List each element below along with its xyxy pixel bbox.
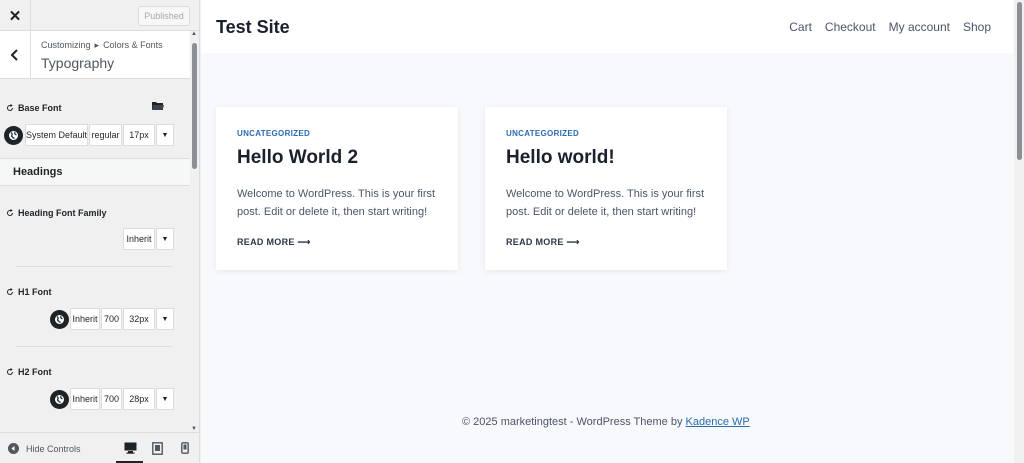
customizer-footer: Hide Controls: [0, 432, 199, 463]
h1-font-label: H1 Font: [18, 287, 52, 297]
base-font-unit-dropdown[interactable]: ▼: [156, 124, 174, 146]
panel-scrollbar[interactable]: ▲ ▼: [190, 31, 199, 432]
reset-icon[interactable]: [6, 288, 14, 296]
h1-font-label-row: H1 Font: [6, 287, 52, 297]
hide-controls-button[interactable]: Hide Controls: [8, 443, 81, 454]
close-icon: ✕: [8, 7, 22, 25]
panel-scroll-thumb[interactable]: [192, 43, 197, 169]
divider: [16, 266, 172, 267]
main-navigation: Cart Checkout My account Shop: [789, 20, 991, 34]
heading-family-dropdown[interactable]: ▼: [156, 228, 174, 250]
breadcrumb-separator: ▸: [94, 40, 100, 50]
globe-icon[interactable]: [4, 126, 23, 145]
h1-font-family-select[interactable]: Inherit: [70, 308, 100, 330]
section-title: Typography: [41, 55, 115, 71]
post-title[interactable]: Hello World 2: [237, 147, 358, 169]
nav-item-my-account[interactable]: My account: [889, 20, 950, 34]
scroll-up-icon[interactable]: ▲: [191, 31, 197, 37]
preview-scrollbar[interactable]: [1014, 0, 1024, 463]
base-font-weight-select[interactable]: regular: [89, 124, 122, 146]
panel-header: Customizing ▸ Colors & Fonts Typography: [0, 31, 190, 79]
post-card: UNCATEGORIZED Hello world! Welcome to Wo…: [485, 107, 727, 270]
nav-item-checkout[interactable]: Checkout: [825, 20, 876, 34]
back-button[interactable]: [0, 31, 31, 79]
tablet-preview-icon[interactable]: [150, 441, 164, 455]
nav-item-shop[interactable]: Shop: [963, 20, 991, 34]
read-more-link[interactable]: READ MORE ⟶: [237, 237, 311, 248]
post-excerpt: Welcome to WordPress. This is your first…: [506, 188, 705, 218]
panel-body: Base Font System Default regular 17px ▼ …: [0, 80, 190, 432]
publish-button[interactable]: Published: [138, 6, 190, 26]
site-footer: © 2025 marketingtest - WordPress Theme b…: [462, 416, 750, 428]
customizer-sidebar: ✕ Published Customizing ▸ Colors & Fonts T…: [0, 0, 200, 463]
close-customizer-button[interactable]: ✕: [0, 0, 31, 31]
base-font-size-input[interactable]: 17px: [123, 124, 155, 146]
h2-font-label: H2 Font: [18, 367, 52, 377]
breadcrumb-parent: Colors & Fonts: [103, 40, 163, 50]
h2-font-size-input[interactable]: 28px: [123, 388, 155, 410]
post-excerpt: Welcome to WordPress. This is your first…: [237, 188, 436, 218]
customizer-topbar: ✕ Published: [0, 0, 199, 31]
headings-title: Headings: [13, 166, 63, 178]
h1-font-weight-select[interactable]: 700: [101, 308, 122, 330]
caret-down-icon: ▼: [161, 315, 169, 323]
breadcrumb-root: Customizing: [41, 40, 91, 50]
h2-font-weight-select[interactable]: 700: [101, 388, 122, 410]
site-preview: Test Site Cart Checkout My account Shop …: [201, 0, 1024, 463]
footer-copyright: © 2025 marketingtest - WordPress Theme b…: [462, 416, 683, 428]
globe-icon[interactable]: [50, 390, 69, 409]
footer-theme-link[interactable]: Kadence WP: [686, 416, 750, 428]
divider: [16, 346, 172, 347]
heading-family-label-row: Heading Font Family: [6, 208, 107, 218]
reset-icon[interactable]: [6, 209, 14, 217]
h1-font-size-input[interactable]: 32px: [123, 308, 155, 330]
folder-icon[interactable]: [151, 100, 165, 114]
globe-icon[interactable]: [50, 310, 69, 329]
post-card: UNCATEGORIZED Hello World 2 Welcome to W…: [216, 107, 458, 270]
reset-icon[interactable]: [6, 368, 14, 376]
site-header: Test Site Cart Checkout My account Shop: [201, 0, 1014, 53]
base-font-label-row: Base Font: [6, 103, 62, 113]
site-title[interactable]: Test Site: [216, 17, 290, 38]
collapse-arrow-icon: [8, 443, 19, 454]
post-category[interactable]: UNCATEGORIZED: [506, 129, 579, 138]
base-font-label: Base Font: [18, 103, 62, 113]
post-category[interactable]: UNCATEGORIZED: [237, 129, 310, 138]
hide-controls-label: Hide Controls: [26, 443, 81, 454]
h2-font-label-row: H2 Font: [6, 367, 52, 377]
reset-icon[interactable]: [6, 104, 14, 112]
breadcrumb: Customizing ▸ Colors & Fonts: [41, 40, 163, 51]
h1-font-unit-dropdown[interactable]: ▼: [156, 308, 174, 330]
caret-down-icon: ▼: [161, 395, 169, 403]
preview-scroll-thumb[interactable]: [1017, 2, 1022, 160]
headings-section: Headings: [0, 158, 190, 186]
mobile-preview-icon[interactable]: [178, 441, 192, 455]
post-title[interactable]: Hello world!: [506, 147, 615, 169]
desktop-preview-icon[interactable]: [123, 441, 137, 455]
heading-family-label: Heading Font Family: [18, 208, 107, 218]
heading-family-select[interactable]: Inherit: [123, 228, 155, 250]
caret-down-icon: ▼: [161, 235, 169, 243]
h2-font-unit-dropdown[interactable]: ▼: [156, 388, 174, 410]
h2-font-family-select[interactable]: Inherit: [70, 388, 100, 410]
nav-item-cart[interactable]: Cart: [789, 20, 812, 34]
read-more-link[interactable]: READ MORE ⟶: [506, 237, 580, 248]
caret-down-icon: ▼: [161, 131, 169, 139]
base-font-family-select[interactable]: System Default: [25, 124, 88, 146]
chevron-left-icon: [10, 49, 18, 61]
